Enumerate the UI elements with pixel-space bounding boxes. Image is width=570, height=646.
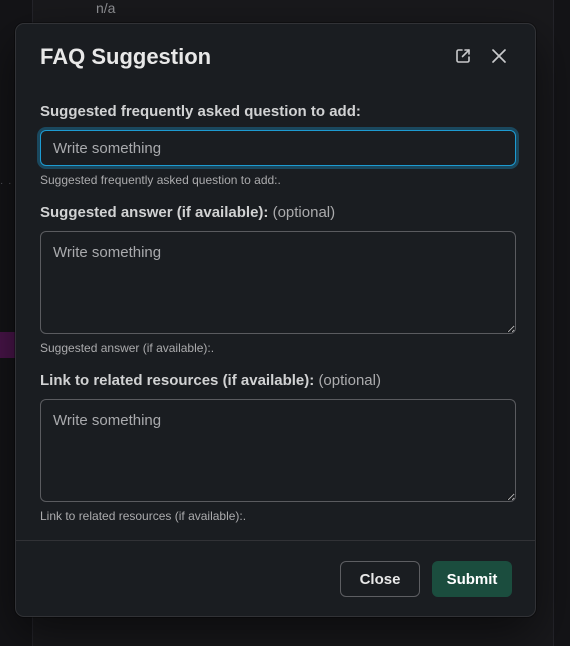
popout-button[interactable] [451,46,475,70]
modal-title: FAQ Suggestion [40,44,212,69]
footer-divider [16,540,535,541]
faq-suggestion-modal: FAQ Suggestion Suggested frequently aske… [15,23,536,617]
close-button[interactable]: Close [340,561,420,597]
answer-textarea[interactable] [40,231,516,334]
answer-field-label: Suggested answer (if available): (option… [40,204,335,221]
resources-hint: Link to related resources (if available)… [40,509,247,523]
resources-optional-tag: (optional) [318,372,381,389]
answer-optional-tag: (optional) [272,204,336,221]
question-label-text: Suggested frequently asked question to a… [40,103,361,120]
modal-header: FAQ Suggestion [40,42,511,76]
external-link-icon [454,47,472,70]
question-hint: Suggested frequently asked question to a… [40,173,281,187]
background-text: n/a [96,0,116,16]
question-field-label: Suggested frequently asked question to a… [40,103,361,120]
background-accent-bar [0,332,16,358]
resources-textarea[interactable] [40,399,516,502]
answer-label-text: Suggested answer (if available): [40,204,269,221]
answer-hint: Suggested answer (if available):. [40,341,215,355]
close-icon [490,47,508,70]
resources-label-text: Link to related resources (if available)… [40,372,315,389]
resources-field-label: Link to related resources (if available)… [40,372,381,389]
close-modal-button[interactable] [487,46,511,70]
submit-button[interactable]: Submit [432,561,512,597]
question-input[interactable] [40,130,516,166]
